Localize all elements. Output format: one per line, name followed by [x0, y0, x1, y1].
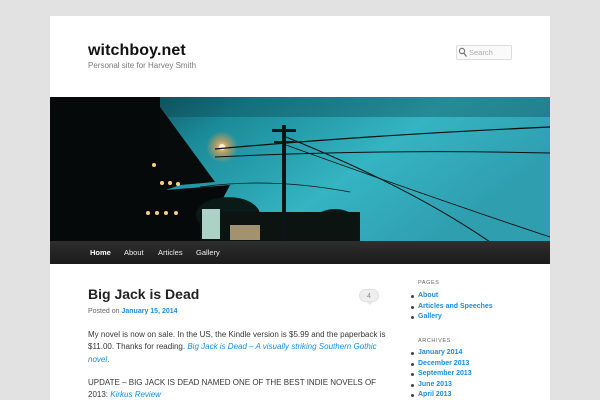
archive-link[interactable]: December 2013	[410, 359, 472, 370]
nav-item-articles[interactable]: Articles	[150, 241, 191, 264]
page: witchboy.net Personal site for Harvey Sm…	[50, 16, 550, 400]
archive-link[interactable]: June 2013	[410, 380, 472, 391]
posted-on-label: Posted on	[88, 308, 120, 315]
post-title[interactable]: Big Jack is Dead	[88, 286, 199, 302]
archive-link[interactable]: April 2013	[410, 390, 472, 400]
post-date-link[interactable]: January 15, 2014	[121, 308, 177, 315]
archives-widget-title: Archives	[418, 338, 451, 344]
archive-link[interactable]: September 2013	[410, 369, 472, 380]
nav-item-home[interactable]: Home	[82, 241, 119, 264]
site-description: Personal site for Harvey Smith	[88, 61, 197, 70]
header-banner-image	[50, 97, 550, 242]
post-meta: Posted on January 15, 2014	[88, 308, 178, 315]
main-navigation: Home About Articles Gallery	[50, 241, 550, 264]
sidebar-page-articles-and-speeches[interactable]: Articles and Speeches	[410, 302, 493, 313]
pages-widget-title: Pages	[418, 280, 440, 286]
paragraph-update: UPDATE – BIG JACK IS DEAD NAMED ONE OF T…	[88, 377, 377, 400]
sidebar-page-about[interactable]: About	[410, 291, 493, 302]
archive-link[interactable]: January 2014	[410, 348, 472, 359]
archives-list: January 2014 December 2013 September 201…	[410, 348, 472, 400]
search-input[interactable]	[469, 46, 511, 59]
pages-list: About Articles and Speeches Gallery	[410, 291, 493, 323]
comment-count-bubble[interactable]: 4	[359, 289, 379, 305]
search-icon	[458, 47, 468, 57]
post-content: My novel is now on sale. In the US, the …	[88, 329, 388, 400]
sidebar-page-gallery[interactable]: Gallery	[410, 312, 493, 323]
paragraph-sale: My novel is now on sale. In the US, the …	[88, 330, 386, 364]
kirkus-review-link[interactable]: Kirkus Review	[110, 390, 161, 399]
nav-item-gallery[interactable]: Gallery	[188, 241, 228, 264]
search-box[interactable]	[456, 45, 512, 60]
site-title[interactable]: witchboy.net	[88, 42, 186, 60]
nav-item-about[interactable]: About	[116, 241, 152, 264]
